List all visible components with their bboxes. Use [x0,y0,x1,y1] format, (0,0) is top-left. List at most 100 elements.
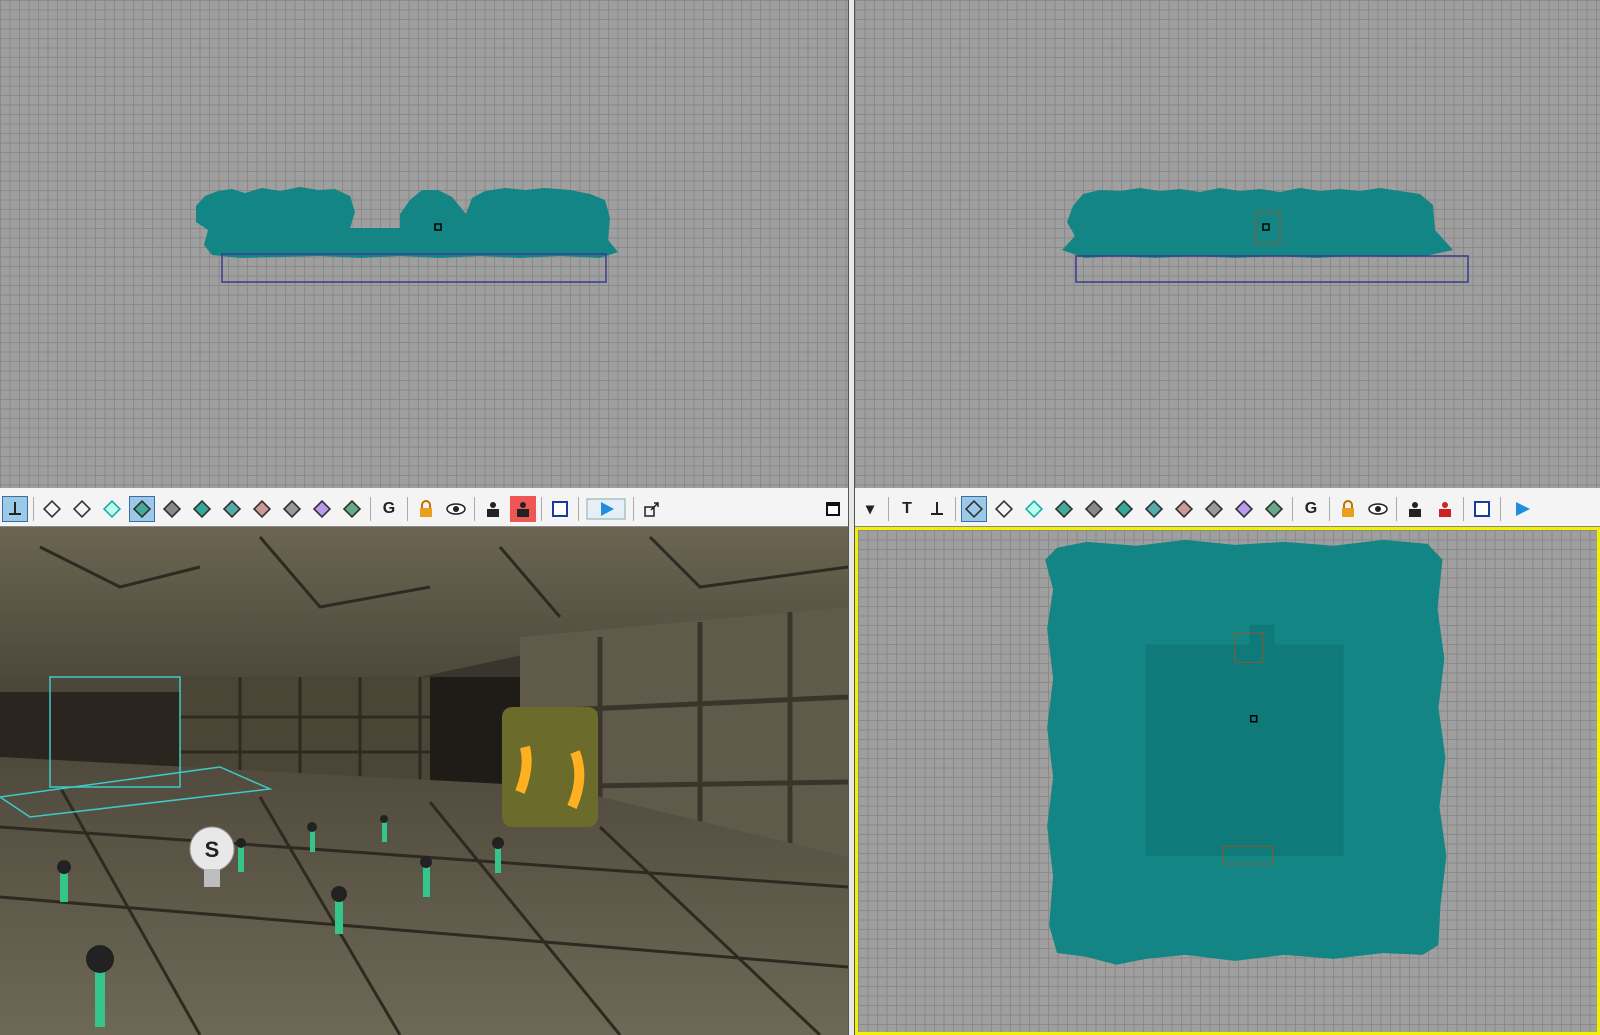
toolbar-separator [474,497,475,521]
brush-wireframe-button[interactable] [69,496,95,522]
axis-icon [931,502,943,515]
wireframe-button[interactable] [961,496,987,522]
wireframe-cube-icon [964,499,984,519]
grid-toggle-button[interactable]: G [1298,496,1324,522]
textured-cube-icon [132,499,152,519]
undock-icon [644,502,659,517]
maximize-toggle-button[interactable] [1469,496,1495,522]
viewport-options-button[interactable] [924,496,950,522]
maximize-toggle-button[interactable] [547,496,573,522]
lighting-only-button[interactable] [1111,496,1137,522]
toolbar-separator [888,497,889,521]
text-toggle-button[interactable]: T [894,496,920,522]
occluder-cube-icon [1234,499,1254,519]
toolbar-separator [1500,497,1501,521]
depth-cube-icon [222,499,242,519]
lightmap-button[interactable] [279,496,305,522]
eye-icon [446,503,466,515]
window-icon [552,501,568,517]
lighting-cube-icon [1114,499,1134,519]
mesh-cube-icon [342,499,362,519]
lock-icon [1342,500,1354,517]
brush-cube-icon [72,499,92,519]
actor-icon [1409,502,1421,517]
viewport-toolbar-left: G [0,492,848,527]
toolbar-separator [1292,497,1293,521]
toolbar-separator [1396,497,1397,521]
textured-button[interactable] [129,496,155,522]
toolbar-separator [33,497,34,521]
undock-button[interactable] [639,496,665,522]
zone-button[interactable] [1021,496,1047,522]
stripped-mesh-button[interactable] [339,496,365,522]
brush-wireframe-button[interactable] [991,496,1017,522]
viewport-front[interactable] [855,0,1600,488]
actor-icon [487,502,499,517]
textured-cube-icon [1054,499,1074,519]
brush-cube-icon [994,499,1014,519]
actor-view-button[interactable] [1402,496,1428,522]
lightmap-cube-icon [1204,499,1224,519]
dynamic-light-button[interactable] [1081,496,1107,522]
dungeon-scene: S [0,527,848,1035]
lock-button[interactable] [413,496,439,522]
window-icon [1474,501,1490,517]
lighting-only-button[interactable] [189,496,215,522]
actor-view-button[interactable] [480,496,506,522]
textured-button[interactable] [1051,496,1077,522]
dynamic-light-button[interactable] [159,496,185,522]
toolbar-separator [1329,497,1330,521]
toolbar-separator [955,497,956,521]
mesh-occluders-button[interactable] [309,496,335,522]
lock-icon [420,500,432,517]
viewport-options-button[interactable] [2,496,28,522]
hidden-actors-button[interactable] [510,496,536,522]
realtime-preview-button[interactable] [1506,496,1536,522]
viewport-side[interactable] [0,0,848,488]
brush-outline [1075,255,1469,283]
maximize-viewport-button[interactable] [820,496,846,522]
viewport-toolbar-right: ▾ T G [855,492,1600,527]
maximize-icon [826,502,840,516]
svg-text:S: S [205,837,220,862]
zone-button[interactable] [99,496,125,522]
toolbar-separator [370,497,371,521]
light-cube-icon [1084,499,1104,519]
toolbar-separator [407,497,408,521]
brush-outline [221,253,607,283]
eye-icon [1368,503,1388,515]
visibility-button[interactable] [1365,496,1391,522]
texture-usage-button[interactable] [1171,496,1197,522]
hidden-actors-button[interactable] [1432,496,1458,522]
mesh-occluders-button[interactable] [1231,496,1257,522]
lock-button[interactable] [1335,496,1361,522]
foliage-mesh-front [1062,188,1469,283]
zone-cube-icon [1024,499,1044,519]
grid-toggle-button[interactable]: G [376,496,402,522]
viewport-perspective[interactable]: S [0,527,848,1035]
toolbar-separator [578,497,579,521]
depth-complexity-button[interactable] [219,496,245,522]
visibility-button[interactable] [443,496,469,522]
depth-complexity-button[interactable] [1141,496,1167,522]
occluder-cube-icon [312,499,332,519]
viewport-menu-dropdown[interactable]: ▾ [857,496,883,522]
viewport-divider-vertical[interactable] [848,0,855,1035]
foliage-mesh-top [1045,539,1447,965]
realtime-preview-button[interactable] [584,496,628,522]
depth-cube-icon [1144,499,1164,519]
viewport-top[interactable] [855,527,1600,1035]
lightmap-button[interactable] [1201,496,1227,522]
wireframe-cube-icon [42,499,62,519]
wireframe-button[interactable] [39,496,65,522]
stripped-mesh-button[interactable] [1261,496,1287,522]
toolbar-separator [541,497,542,521]
lighting-cube-icon [192,499,212,519]
lightmap-cube-icon [282,499,302,519]
hidden-actor-icon [517,502,529,517]
axis-icon [9,502,21,515]
play-icon [586,498,626,520]
zone-cube-icon [102,499,122,519]
foliage-mesh-side [196,187,618,283]
texture-usage-button[interactable] [249,496,275,522]
